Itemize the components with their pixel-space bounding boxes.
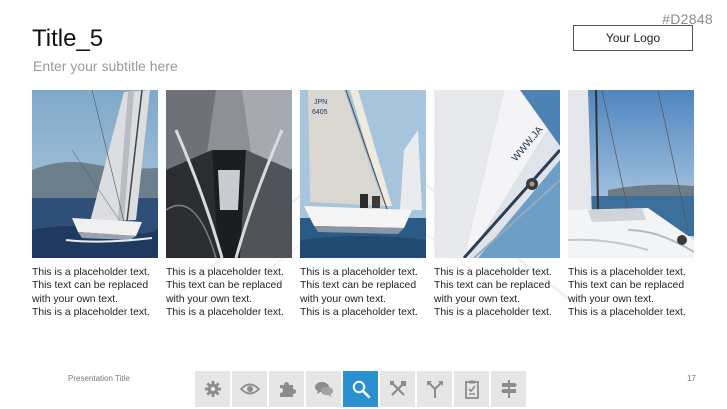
caption-line: with your own text. [300, 293, 387, 305]
slide: #D2848 Title_5 Enter your subtitle here … [0, 0, 727, 409]
caption-line: This text can be replaced [568, 280, 685, 292]
deck-view-photo[interactable] [568, 90, 694, 258]
caption-line: with your own text. [434, 293, 521, 305]
footer-presentation-title: Presentation Title [68, 374, 130, 383]
chat-bubbles-icon [314, 382, 333, 397]
search-button[interactable] [343, 371, 378, 407]
caption-line: This is a placeholder text. [300, 267, 418, 278]
sail-number: 6405 [312, 109, 328, 116]
logo-label: Your Logo [605, 31, 661, 45]
caption-line: This text can be replaced [32, 280, 149, 292]
photo-caption[interactable]: This is a placeholder text. This text ca… [166, 266, 292, 319]
page-subtitle[interactable]: Enter your subtitle here [33, 58, 178, 74]
puzzle-button[interactable] [269, 371, 304, 407]
gear-icon [204, 381, 221, 397]
bottom-toolbar [195, 371, 526, 407]
photo-caption[interactable]: This is a placeholder text. This text ca… [434, 266, 560, 319]
caption-line: This text can be replaced [166, 280, 283, 292]
photo-gallery: This is a placeholder text. This text ca… [32, 90, 694, 319]
photo-card: This is a placeholder text. This text ca… [166, 90, 292, 319]
photo-caption[interactable]: This is a placeholder text. This text ca… [32, 266, 158, 319]
search-icon [352, 380, 370, 399]
caption-line: with your own text. [166, 293, 253, 305]
page-title[interactable]: Title_5 [32, 25, 103, 53]
caption-line: This is a placeholder text. [434, 306, 552, 318]
jpn-6405-sailboat-photo[interactable]: JPN 6405 [300, 90, 426, 258]
photo-card: WWW.JA This is a placeholder text. This … [434, 90, 560, 319]
signpost-icon [500, 380, 517, 398]
caption-line: This text can be replaced [434, 280, 551, 292]
puzzle-icon [279, 382, 296, 397]
sail-closeup-photo[interactable]: WWW.JA [434, 90, 560, 258]
caption-line: This is a placeholder text. [568, 306, 686, 318]
photo-card: This is a placeholder text. This text ca… [568, 90, 694, 319]
tools-button[interactable] [380, 371, 415, 407]
photo-caption[interactable]: This is a placeholder text. This text ca… [300, 266, 426, 319]
sailboat-heeling-photo[interactable] [32, 90, 158, 258]
caption-line: with your own text. [568, 293, 655, 305]
chat-button[interactable] [306, 371, 341, 407]
caption-line: This is a placeholder text. [166, 306, 284, 318]
caption-line: This is a placeholder text. [568, 267, 686, 278]
sail-number-country: JPN [314, 99, 327, 106]
direction-button[interactable] [417, 371, 452, 407]
photo-card: JPN 6405 This is a placeholder text. Thi… [300, 90, 426, 319]
gear-button[interactable] [195, 371, 230, 407]
caption-line: This is a placeholder text. [32, 267, 150, 278]
caption-line: This is a placeholder text. [300, 306, 418, 318]
photo-caption[interactable]: This is a placeholder text. This text ca… [568, 266, 694, 319]
caption-line: with your own text. [32, 293, 119, 305]
signpost-button[interactable] [491, 371, 526, 407]
caption-line: This is a placeholder text. [434, 267, 552, 278]
direction-arrows-icon [426, 381, 443, 398]
eye-button[interactable] [232, 371, 267, 407]
photo-card: This is a placeholder text. This text ca… [32, 90, 158, 319]
page-number: 17 [687, 374, 696, 383]
clipboard-button[interactable] [454, 371, 489, 407]
boat-bow-photo[interactable] [166, 90, 292, 258]
caption-line: This is a placeholder text. [32, 306, 150, 318]
logo-placeholder[interactable]: Your Logo [573, 25, 693, 51]
clipboard-icon [464, 380, 479, 399]
tools-icon [389, 381, 406, 396]
eye-icon [239, 383, 260, 395]
caption-line: This is a placeholder text. [166, 267, 284, 278]
caption-line: This text can be replaced [300, 280, 417, 292]
